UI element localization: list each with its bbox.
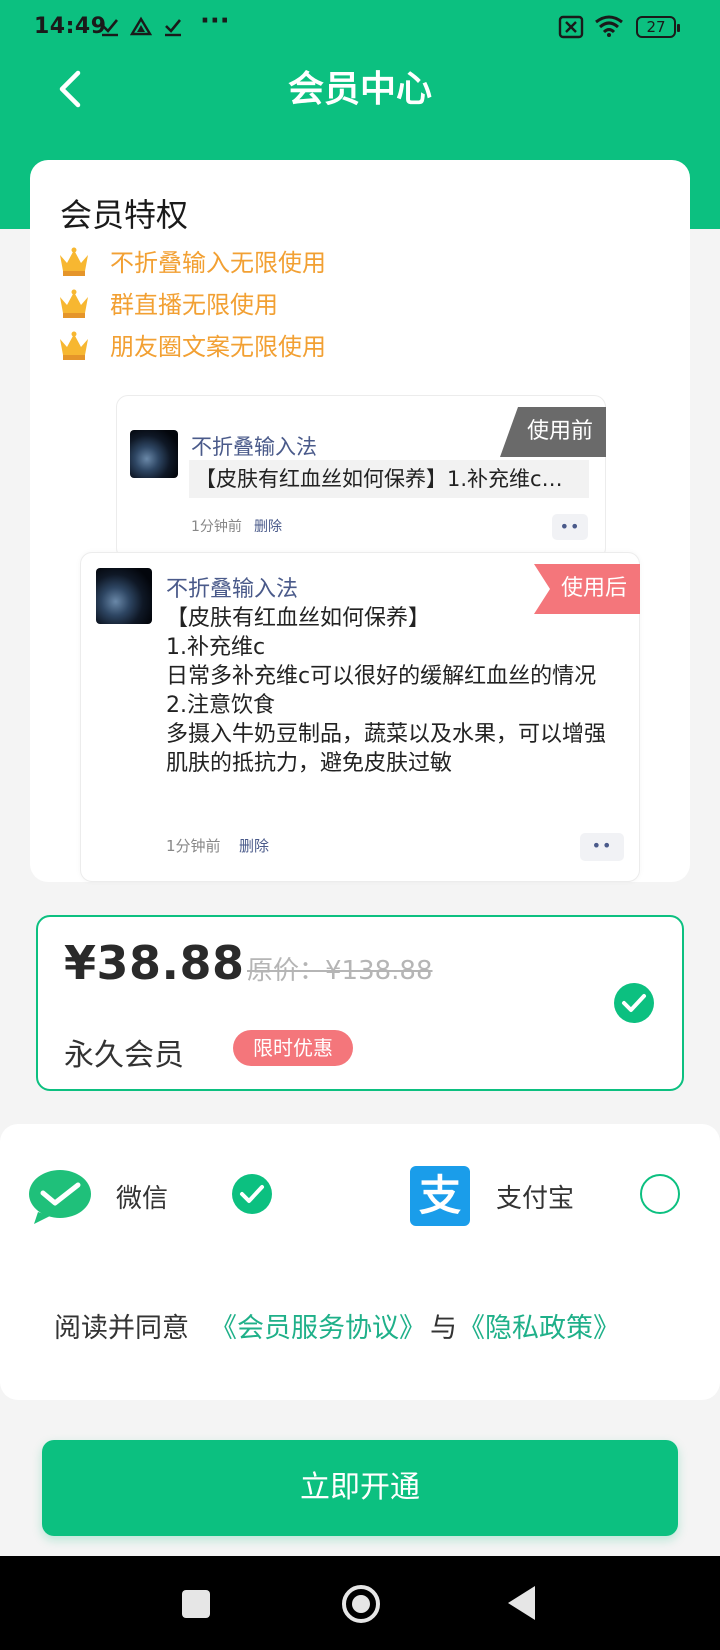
post-text: 【皮肤有红血丝如何保养】1.补充维c日常多补充维c可以很好的缓解红血丝的情况 [189, 460, 589, 498]
poster-name: 不折叠输入法 [166, 577, 299, 602]
alipay-radio[interactable] [640, 1174, 680, 1214]
privilege-item-text: 群直播无限使用 [110, 291, 278, 319]
recents-icon[interactable] [182, 1590, 210, 1618]
activate-button[interactable]: 立即开通 [42, 1440, 678, 1536]
status-bar: 14:49 ··· 27 [0, 0, 720, 56]
original-price: 原价：¥138.88 [247, 956, 433, 986]
privilege-heading: 会员特权 [60, 196, 189, 234]
privacy-policy-link[interactable]: 《隐私政策》 [458, 1306, 620, 1345]
alipay-label[interactable]: 支付宝 [496, 1178, 574, 1215]
payment-panel [0, 1124, 720, 1400]
drive-icon [130, 16, 152, 36]
service-agreement-link[interactable]: 《会员服务协议》 [210, 1306, 426, 1345]
wechat-pay-icon[interactable] [28, 1168, 92, 1226]
wechat-pay-label[interactable]: 微信 [116, 1178, 168, 1215]
more-dots-icon: ··· [200, 6, 230, 36]
more-button[interactable]: •• [580, 833, 624, 861]
wechat-selected-check-icon[interactable] [232, 1174, 272, 1214]
delete-link[interactable]: 删除 [254, 516, 282, 536]
avatar [96, 568, 152, 624]
poster-name: 不折叠输入法 [191, 435, 317, 459]
wifi-icon [595, 15, 623, 37]
post-text: 【皮肤有红血丝如何保养】 1.补充维c 日常多补充维c可以很好的缓解红血丝的情况… [166, 604, 616, 778]
crown-icon [60, 247, 88, 276]
post-line: 2.注意饮食 [166, 693, 275, 718]
plan-name: 永久会员 [64, 1038, 184, 1073]
post-line: 日常多补充维c可以很好的缓解红血丝的情况 [166, 664, 597, 689]
alipay-icon[interactable]: 支 [410, 1166, 470, 1226]
promo-badge: 限时优惠 [233, 1030, 353, 1066]
post-line: 多摄入牛奶豆制品，蔬菜以及水果，可以增强肌肤的抵抗力，避免皮肤过敏 [166, 722, 607, 776]
nav-back-icon[interactable] [508, 1586, 535, 1620]
plan-price: ¥38.88 [64, 936, 245, 990]
delete-link[interactable]: 删除 [239, 835, 269, 856]
alipay-icon-glyph: 支 [418, 1171, 461, 1220]
page-title: 会员中心 [287, 69, 432, 110]
privilege-item-text: 朋友圈文案无限使用 [110, 333, 326, 361]
post-time: 1分钟前 [166, 837, 221, 855]
avatar [130, 430, 178, 478]
agreement-prefix: 阅读并同意 [54, 1313, 189, 1344]
status-time: 14:49 [34, 14, 107, 39]
crown-icon [60, 289, 88, 318]
privilege-item-text: 不折叠输入无限使用 [110, 249, 326, 277]
check-download-icon [165, 19, 182, 37]
post-time: 1分钟前 [191, 519, 242, 535]
crown-icon [60, 331, 88, 360]
before-tag: 使用前 [500, 407, 606, 457]
more-button[interactable]: •• [552, 514, 588, 540]
plan-selected-check-icon[interactable] [614, 983, 654, 1023]
check-download-icon [102, 19, 119, 37]
sim-off-icon [558, 15, 584, 39]
post-line: 1.补充维c [166, 635, 266, 660]
home-icon[interactable] [342, 1585, 380, 1623]
battery-icon: 27 [636, 16, 680, 38]
agreement-joiner: 与 [430, 1313, 457, 1344]
